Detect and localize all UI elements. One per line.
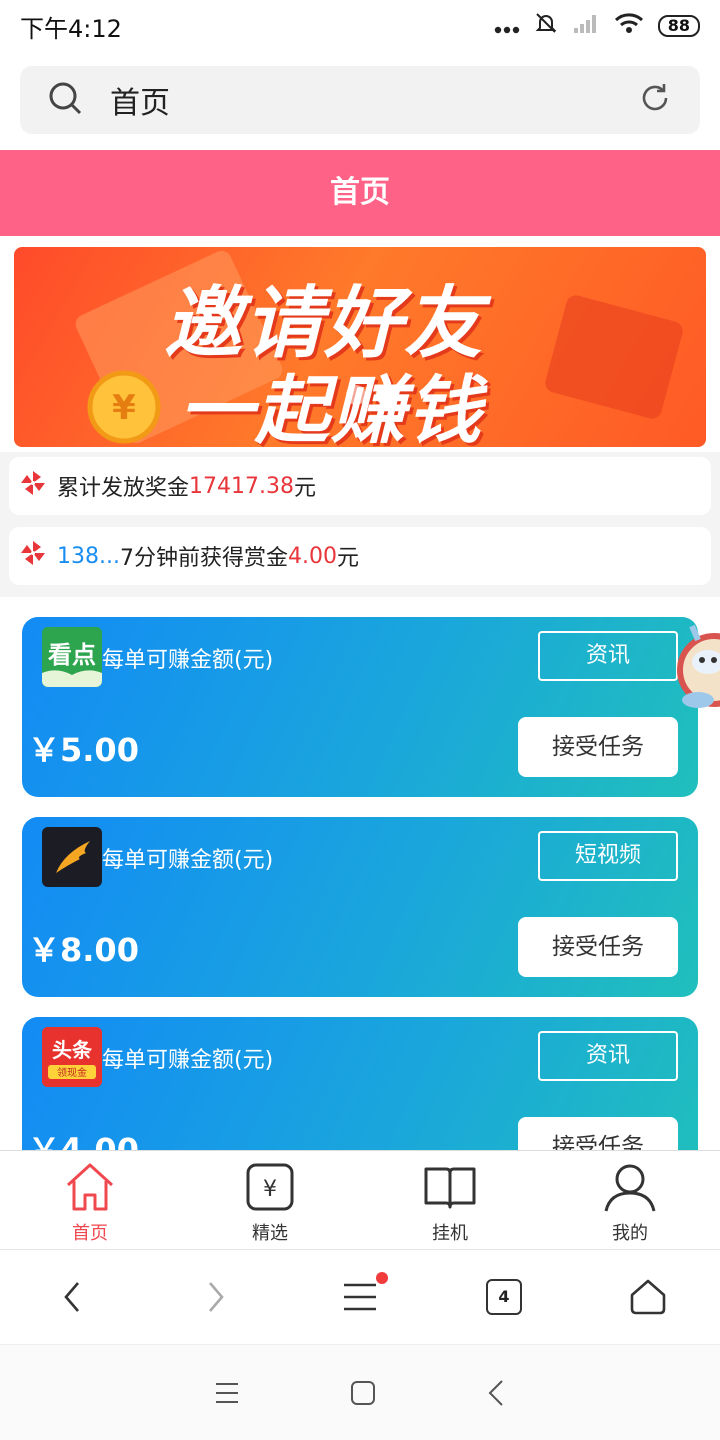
forward-button[interactable] [144, 1280, 288, 1314]
tab-label: 挂机 [432, 1223, 468, 1244]
svg-text:¥: ¥ [112, 388, 136, 428]
task-price: ￥8.00 [28, 931, 139, 969]
tab-home[interactable]: 首页 [0, 1151, 180, 1248]
task-card[interactable]: 看点 每单可赚金额(元) 资讯 ￥5.00 接受任务 [22, 617, 698, 797]
battery-indicator: 88 [657, 15, 700, 37]
kandian-app-logo: 看点 [42, 627, 102, 687]
svg-text:¥: ¥ [263, 1177, 277, 1202]
recent-reward-notice: 138... 7分钟前获得赏金 4.00 元 [9, 527, 711, 585]
task-card[interactable]: 头条 领现金 每单可赚金额(元) 资讯 ￥4.00 接受任务 [22, 1017, 698, 1150]
task-card[interactable]: 每单可赚金额(元) 短视频 ￥8.00 接受任务 [22, 817, 698, 997]
pagination-dot-active[interactable] [376, 385, 396, 405]
reward-user: 138... [57, 543, 120, 569]
pinwheel-icon [19, 469, 47, 503]
task-price: ￥4.00 [28, 1131, 139, 1150]
page-title: 首页 [0, 150, 720, 236]
yen-icon: ¥ [246, 1163, 294, 1211]
total-bonus-amount: 17417.38 [189, 473, 294, 499]
feather-app-logo [42, 827, 102, 887]
tab-count: 4 [498, 1287, 510, 1306]
recents-icon[interactable] [214, 1381, 240, 1405]
chevron-right-icon [209, 1282, 224, 1312]
more-dots-icon [494, 12, 520, 40]
task-list[interactable]: 看点 每单可赚金额(元) 资讯 ￥5.00 接受任务 每单可赚金额(元) 短视频… [0, 597, 720, 1150]
status-icons: 88 [494, 11, 700, 41]
tab-count-icon: 4 [486, 1279, 522, 1315]
notification-dot [376, 1272, 388, 1284]
notice-prefix: 累计发放奖金 [57, 476, 190, 501]
house-outline-icon [630, 1279, 666, 1315]
promo-banner[interactable]: ¥ 邀请好友 一起赚钱 [14, 247, 706, 447]
banner-decoration [543, 293, 685, 421]
menu-icon [344, 1283, 376, 1311]
user-icon [604, 1164, 656, 1212]
signal-icon [572, 12, 600, 40]
menu-button[interactable] [288, 1272, 432, 1312]
task-category-tag[interactable]: 短视频 [538, 831, 678, 881]
mute-bell-icon [534, 11, 558, 41]
floating-mascot-icon[interactable] [668, 620, 720, 730]
status-time: 下午4:12 [20, 14, 122, 43]
back-button[interactable] [0, 1280, 144, 1314]
tab-profile[interactable]: 我的 [540, 1151, 720, 1248]
toutiao-app-logo: 头条 领现金 [42, 1027, 102, 1087]
tab-label: 精选 [252, 1223, 288, 1244]
accept-task-button[interactable]: 接受任务 [518, 917, 678, 977]
tab-label: 我的 [612, 1223, 648, 1244]
tab-idle[interactable]: 挂机 [360, 1151, 540, 1248]
address-text[interactable]: 首页 [110, 78, 638, 122]
banner-pagination [346, 385, 396, 405]
home-icon [66, 1163, 114, 1211]
pagination-dot[interactable] [346, 385, 366, 405]
home-page-button[interactable] [576, 1277, 720, 1317]
refresh-icon[interactable] [638, 81, 672, 119]
address-bar[interactable]: 首页 [20, 66, 700, 134]
total-bonus-notice: 累计发放奖金 17417.38 元 [9, 457, 711, 515]
notice-area: 累计发放奖金 17417.38 元 138... 7分钟前获得赏金 4.00 元 [0, 452, 720, 597]
reward-text: 7分钟前获得赏金 [119, 546, 288, 571]
task-subtitle: 每单可赚金额(元) [102, 848, 274, 873]
tab-label: 首页 [72, 1223, 108, 1244]
status-bar: 下午4:12 88 [0, 0, 720, 52]
task-category-tag[interactable]: 资讯 [538, 631, 678, 681]
bottom-tab-bar: 首页 ¥ 精选 挂机 我的 [0, 1150, 720, 1248]
tab-featured[interactable]: ¥ 精选 [180, 1151, 360, 1248]
home-square-icon[interactable] [350, 1380, 376, 1406]
task-subtitle: 每单可赚金额(元) [102, 1048, 274, 1073]
reward-amount: 4.00 [287, 543, 337, 569]
accept-task-button[interactable]: 接受任务 [518, 1117, 678, 1150]
task-subtitle: 每单可赚金额(元) [102, 648, 274, 673]
book-icon [424, 1167, 476, 1209]
svg-text:看点: 看点 [48, 641, 96, 669]
task-category-tag[interactable]: 资讯 [538, 1031, 678, 1081]
tabs-button[interactable]: 4 [432, 1279, 576, 1315]
banner-subheadline: 一起赚钱 [179, 368, 483, 447]
accept-task-button[interactable]: 接受任务 [518, 717, 678, 777]
browser-toolbar: 4 [0, 1249, 720, 1344]
notice-suffix: 元 [336, 546, 359, 571]
back-arrow-icon[interactable] [486, 1379, 506, 1407]
svg-text:头条: 头条 [52, 1038, 93, 1062]
wifi-icon [614, 12, 644, 40]
pinwheel-icon [19, 539, 47, 573]
task-price: ￥5.00 [28, 731, 139, 769]
coin-icon: ¥ [87, 370, 161, 444]
chevron-left-icon [64, 1282, 79, 1312]
system-nav-bar [0, 1344, 720, 1440]
svg-text:领现金: 领现金 [57, 1066, 87, 1079]
search-icon[interactable] [48, 81, 82, 119]
notice-suffix: 元 [294, 476, 317, 501]
